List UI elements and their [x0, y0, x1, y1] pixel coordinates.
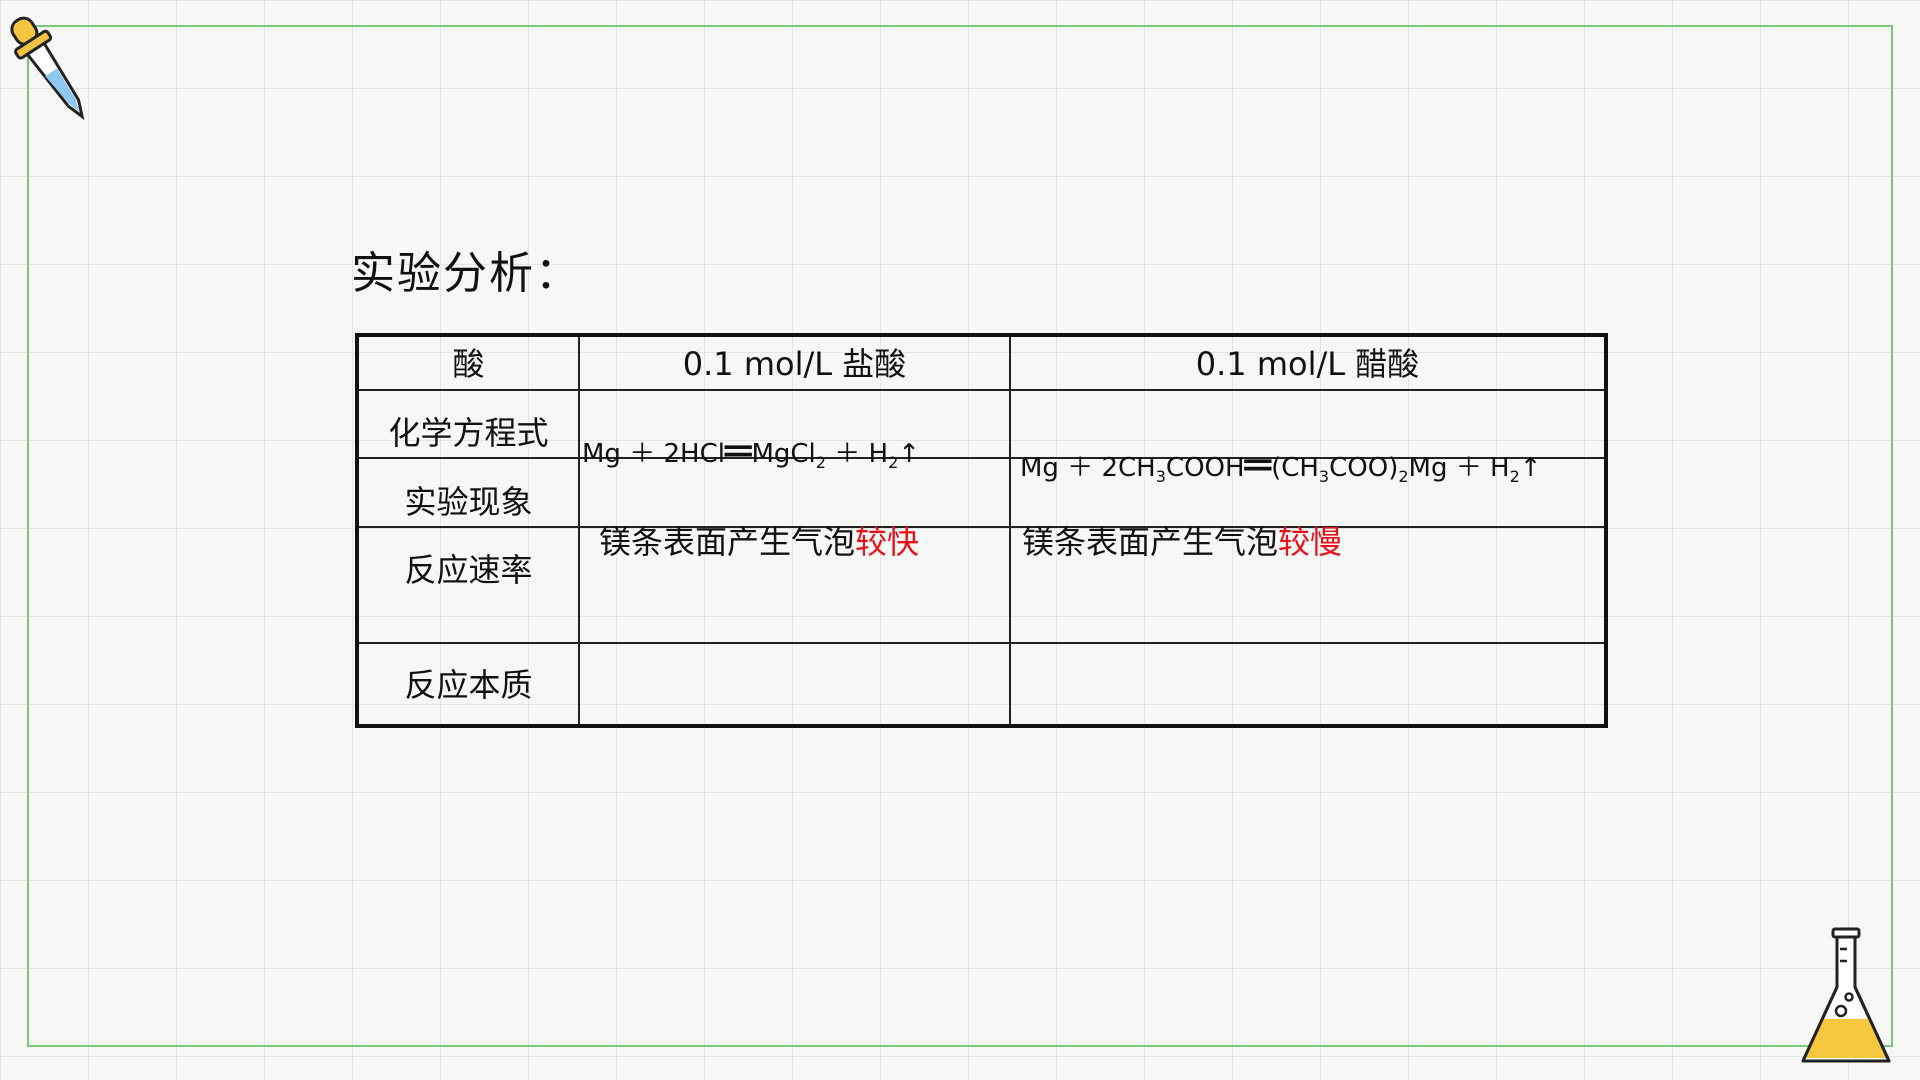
row-label-phenomenon: 实验现象	[404, 483, 533, 521]
eq-term: 2CH	[1101, 453, 1156, 483]
eq-term: H	[1490, 453, 1510, 483]
column-divider	[1009, 337, 1011, 724]
column-divider	[578, 337, 580, 724]
row-divider	[359, 642, 1604, 644]
eq-term: MgCl	[751, 439, 816, 469]
phenomenon-highlight: 较快	[855, 523, 920, 561]
flask-icon	[1801, 927, 1891, 1063]
acetic-equation: Mg ＋ 2CH3COOH═(CH3COO)2Mg ＋ H2↑	[1020, 444, 1542, 494]
row-label-equation: 化学方程式	[388, 414, 549, 452]
eq-equals: ═	[1244, 440, 1272, 491]
row-label-rate: 反应速率	[404, 551, 533, 589]
eq-subscript: 2	[1398, 467, 1409, 486]
eq-term: H	[868, 439, 889, 469]
eq-plus: ＋	[1455, 453, 1482, 483]
eq-subscript: 2	[815, 453, 826, 472]
eq-term: 2HCl	[663, 439, 725, 469]
eq-term: Mg	[582, 439, 621, 469]
eq-term: COOH	[1165, 453, 1245, 483]
dropper-icon	[10, 16, 85, 121]
eq-term: COO)	[1329, 453, 1399, 483]
eq-subscript: 2	[888, 453, 899, 472]
phenomenon-text: 镁条表面产生气泡	[599, 523, 856, 561]
eq-plus: ＋	[629, 439, 656, 469]
phenomenon-acetic: 镁条表面产生气泡较慢	[1022, 522, 1342, 562]
eq-term: Mg	[1408, 453, 1448, 483]
gas-arrow: ↑	[898, 439, 921, 469]
eq-term: (CH	[1271, 453, 1319, 483]
row-divider	[359, 526, 1604, 528]
hcl-equation: Mg ＋ 2HCl═MgCl2 ＋ H2↑	[582, 430, 921, 480]
eq-equals: ═	[724, 426, 752, 477]
header-acid: 酸	[452, 345, 485, 383]
eq-subscript: 3	[1318, 467, 1330, 486]
gas-arrow: ↑	[1519, 453, 1542, 483]
eq-plus: ＋	[834, 439, 861, 469]
header-acetic: 0.1 mol/L 醋酸	[1195, 345, 1420, 383]
header-hcl: 0.1 mol/L 盐酸	[682, 345, 907, 383]
eq-subscript: 3	[1155, 467, 1166, 486]
row-label-essence: 反应本质	[404, 666, 533, 704]
eq-plus: ＋	[1067, 453, 1094, 483]
row-divider	[359, 389, 1604, 391]
page-title: 实验分析：	[351, 248, 581, 299]
comparison-table: 酸 0.1 mol/L 盐酸 0.1 mol/L 醋酸 化学方程式 实验现象 反…	[355, 333, 1608, 728]
eq-subscript: 2	[1509, 467, 1520, 486]
phenomenon-text: 镁条表面产生气泡	[1022, 523, 1279, 561]
phenomenon-highlight: 较慢	[1278, 523, 1343, 561]
eq-term: Mg	[1020, 453, 1059, 483]
phenomenon-hcl: 镁条表面产生气泡较快	[599, 522, 919, 562]
